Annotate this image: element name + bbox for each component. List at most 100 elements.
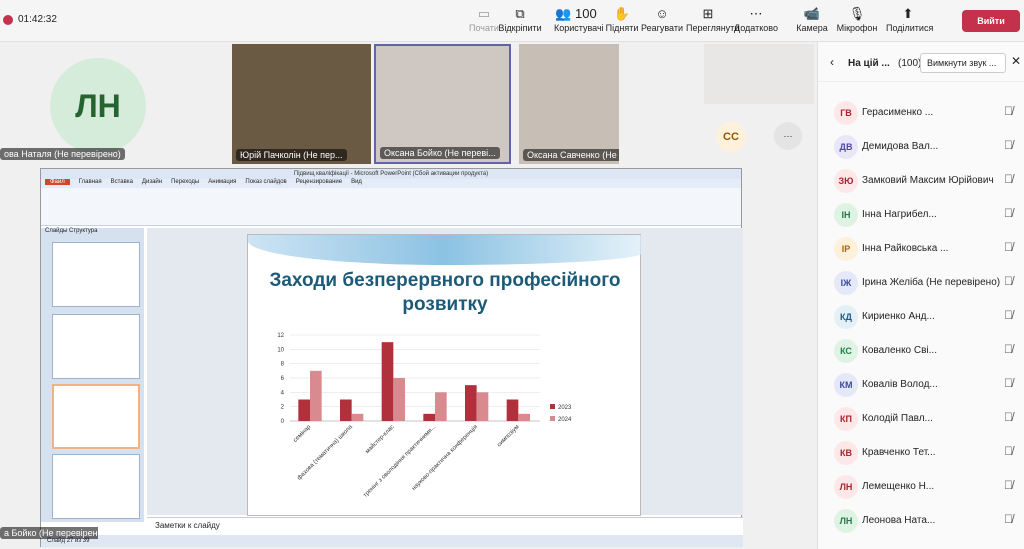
y-tick-label: 0 xyxy=(281,419,285,425)
mic-label: Мікрофон xyxy=(836,23,878,33)
bar xyxy=(310,370,322,421)
slide-thumbnail[interactable] xyxy=(52,242,140,307)
ribbon-tab[interactable]: Файл xyxy=(45,179,70,185)
bar xyxy=(476,392,489,421)
participant-row[interactable]: КВ Кравченко Тет... 🎙̸ xyxy=(818,438,1024,472)
participant-row[interactable]: ЗЮ Замковий Максим Юрійович 🎙̸ xyxy=(818,166,1024,200)
mic-muted-icon: 🎙̸ xyxy=(1004,376,1013,390)
legend-label: 2023 xyxy=(558,405,572,411)
ribbon-tab[interactable]: Переходы xyxy=(171,179,199,185)
slide-thumbnail[interactable] xyxy=(52,454,140,519)
participant-row[interactable]: ДВ Демидова Вал... 🎙̸ xyxy=(818,132,1024,166)
shared-screen-powerpoint[interactable]: Підвищ кваліфікації - Microsoft PowerPoi… xyxy=(40,168,743,547)
ribbon-tab[interactable]: Рецензирование xyxy=(296,179,342,185)
slide-thumbnails: Слайды Структура xyxy=(41,228,144,522)
react-button[interactable]: ☺ Реагувати xyxy=(640,5,684,39)
avatar: ДВ xyxy=(834,135,858,159)
slide-thumbnail[interactable] xyxy=(52,384,140,449)
bar xyxy=(381,342,394,421)
ribbon-tab[interactable]: Показ слайдов xyxy=(245,179,286,185)
bar xyxy=(423,413,435,421)
ribbon-tabs: Файл Главная Вставка Дизайн Переходы Анимация… xyxy=(41,179,741,188)
participant-row[interactable]: ГВ Герасименко ... 🎙̸ xyxy=(818,98,1024,132)
ribbon-tab[interactable]: Анимация xyxy=(208,179,236,185)
participant-row[interactable]: ІЖ Ірина Желіба (Не перевірено) 🎙̸ xyxy=(818,268,1024,302)
participant-row[interactable]: КМ Ковалів Волод... 🎙̸ xyxy=(818,370,1024,404)
participant-row[interactable]: КД Кириенко Анд... 🎙̸ xyxy=(818,302,1024,336)
leave-button[interactable]: Вийти xyxy=(962,10,1020,32)
participant-name: а Бойко (Не перевірено) xyxy=(0,527,98,539)
participant-name: Інна Райковська ... xyxy=(862,243,949,254)
participant-name: Коваленко Сві... xyxy=(862,345,937,356)
participant-name: Ірина Желіба (Не перевірено) xyxy=(862,277,1001,288)
participant-tile-ln[interactable]: ова Наталя (Не перевірено) xyxy=(0,146,146,162)
people-button[interactable]: 👥 100 Користувачі xyxy=(554,5,604,39)
avatar: ІР xyxy=(834,237,858,261)
avatar: ГВ xyxy=(834,101,858,125)
close-icon[interactable]: ✕ xyxy=(1011,54,1021,68)
participant-row[interactable]: ІН Інна Нагрибел... 🎙̸ xyxy=(818,200,1024,234)
slide-stage: Заходи безперервного професійного розвит… xyxy=(147,228,743,516)
participant-row[interactable]: КС Коваленко Сві... 🎙̸ xyxy=(818,336,1024,370)
tab-slides[interactable]: Слайды xyxy=(45,228,67,234)
participant-tile-bottom[interactable]: а Бойко (Не перевірено) xyxy=(0,524,98,541)
participant-row[interactable]: КП Колодій Павл... 🎙̸ xyxy=(818,404,1024,438)
notes-pane[interactable]: Заметки к слайду xyxy=(147,517,743,535)
participant-row[interactable]: ІР Інна Райковська ... 🎙̸ xyxy=(818,234,1024,268)
slide-thumbnail[interactable] xyxy=(52,314,140,379)
mic-muted-icon: 🎙̸ xyxy=(1004,444,1013,458)
camera-button[interactable]: 📹 Камера xyxy=(790,5,834,39)
view-label: Переглянути xyxy=(686,23,740,33)
participant-tile-2[interactable]: Оксана Бойко (Не переві... xyxy=(374,44,511,164)
raise-hand-button[interactable]: ✋ Підняти xyxy=(600,5,644,39)
view-button[interactable]: ⊞ Переглянути xyxy=(686,5,739,39)
avatar: КС xyxy=(834,339,858,363)
y-tick-label: 2 xyxy=(281,405,285,411)
window-title: Підвищ кваліфікації - Microsoft PowerPoi… xyxy=(41,169,741,179)
chat-label: Почати xyxy=(469,23,499,33)
self-view-tile[interactable] xyxy=(704,44,814,104)
legend-label: 2024 xyxy=(558,417,572,423)
people-icon: 👥 100 xyxy=(555,6,597,21)
bar xyxy=(465,385,477,421)
ribbon-tab[interactable]: Вставка xyxy=(111,179,133,185)
participant-tile-1[interactable]: Юрій Пачколін (Не пер... xyxy=(232,44,371,164)
ribbon xyxy=(41,188,741,226)
back-icon[interactable]: ‹ xyxy=(830,55,834,69)
mic-button[interactable]: 🎙 Мікрофон xyxy=(835,5,879,39)
more-button[interactable]: ⋯ Додатково xyxy=(734,5,778,39)
share-icon: ⬆ xyxy=(902,6,914,21)
participant-name: Колодій Павл... xyxy=(862,413,933,424)
participant-tile-3[interactable]: Оксана Савченко (Не п... xyxy=(519,44,619,164)
avatar: КП xyxy=(834,407,858,431)
pop-out-button[interactable]: ⧉ Відкріпити xyxy=(498,5,542,39)
participants-panel: ‹ На цій ... (100) Вимкнути звук ... ✕ Г… xyxy=(817,42,1024,549)
avatar: КМ xyxy=(834,373,858,397)
mic-muted-icon: 🎙̸ xyxy=(1004,240,1013,254)
participant-row[interactable]: ЛН Леонова Ната... 🎙̸ xyxy=(818,506,1024,540)
raise-hand-label: Підняти xyxy=(605,23,639,33)
y-tick-label: 10 xyxy=(277,347,284,353)
mic-muted-icon: 🎙̸ xyxy=(1004,104,1013,118)
meeting-timer: 01:42:32 xyxy=(18,14,57,25)
bar xyxy=(393,378,405,421)
ribbon-tab[interactable]: Дизайн xyxy=(142,179,162,185)
share-button[interactable]: ⬆ Поділитися xyxy=(886,5,934,39)
y-tick-label: 12 xyxy=(277,333,284,339)
participant-name: Замковий Максим Юрійович xyxy=(862,175,994,186)
y-tick-label: 4 xyxy=(281,390,285,396)
legend-swatch xyxy=(550,404,555,409)
camera-icon: 📹 xyxy=(803,6,821,21)
slide-title: Заходи безперервного професійного розвит… xyxy=(269,270,621,315)
mic-muted-icon: 🎙̸ xyxy=(1004,512,1013,526)
participant-row[interactable]: ЛН Лемещенко Н... 🎙̸ xyxy=(818,472,1024,506)
tab-outline[interactable]: Структура xyxy=(69,228,97,234)
ribbon-tab[interactable]: Вид xyxy=(351,179,362,185)
more-participants-icon[interactable]: ··· xyxy=(774,122,802,150)
ribbon-tab[interactable]: Главная xyxy=(79,179,102,185)
share-label: Поділитися xyxy=(886,23,934,33)
panel-title: На цій ... xyxy=(848,58,890,69)
mic-muted-icon: 🎙̸ xyxy=(1004,138,1013,152)
mic-muted-icon: 🎙̸ xyxy=(1004,274,1013,288)
mute-all-button[interactable]: Вимкнути звук ... xyxy=(920,53,1006,73)
